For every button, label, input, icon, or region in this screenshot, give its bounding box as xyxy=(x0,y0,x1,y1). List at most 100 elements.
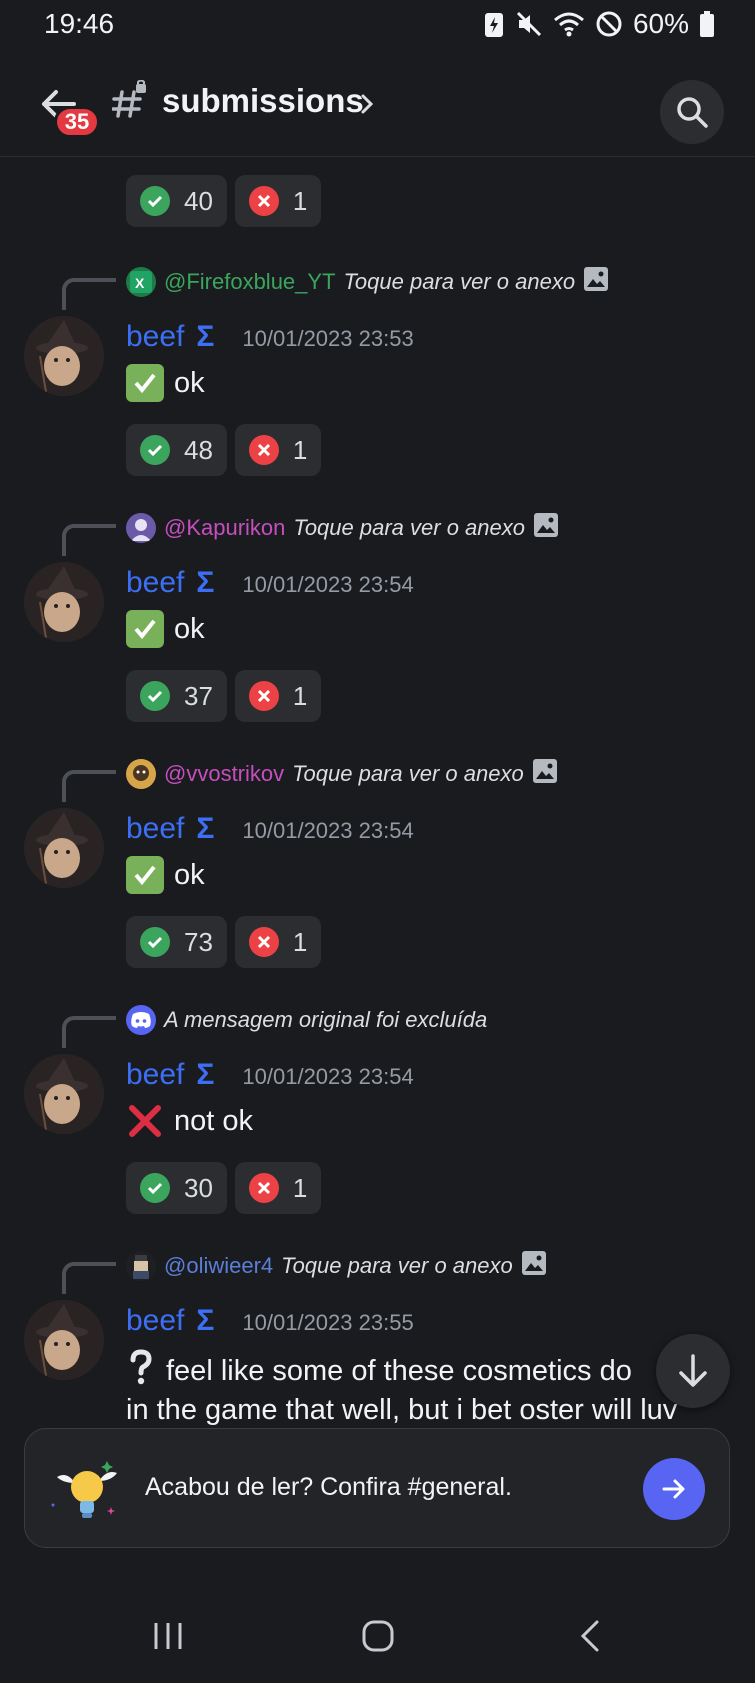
reaction-count: 1 xyxy=(292,185,308,216)
reactions-row: 37 1 xyxy=(126,670,322,722)
reply-reference[interactable]: A mensagem original foi excluída xyxy=(126,1000,487,1040)
author-name[interactable]: beef xyxy=(126,320,184,354)
message[interactable]: X @Firefoxblue_YT Toque para ver o anexo… xyxy=(0,254,755,476)
role-badge-icon: Σ xyxy=(196,1304,215,1337)
reaction-check[interactable]: 40 xyxy=(126,175,227,227)
reply-reference[interactable]: @Kapurikon Toque para ver o anexo xyxy=(126,508,559,548)
channel-header: 35 submissions xyxy=(0,60,755,157)
avatar[interactable] xyxy=(24,316,104,396)
check-mark-icon xyxy=(140,927,170,957)
message[interactable]: @oliwieer4 Toque para ver o anexo beef Σ… xyxy=(0,1238,755,1427)
reply-reference[interactable]: @oliwieer4 Toque para ver o anexo xyxy=(126,1246,547,1286)
avatar[interactable] xyxy=(24,1300,104,1380)
reply-hint: Toque para ver o anexo xyxy=(293,515,525,540)
message-feed[interactable]: 40 1 X @Firefoxblue_YT Toque para ver o … xyxy=(0,157,755,1427)
author-name[interactable]: beef xyxy=(126,812,184,846)
status-icons: 60% xyxy=(483,8,715,40)
reactions-row: 48 1 xyxy=(126,424,322,476)
arrow-right-icon xyxy=(662,1479,685,1499)
reaction-count: 1 xyxy=(292,434,308,465)
message-content: ok xyxy=(126,364,205,402)
author-name[interactable]: beef xyxy=(126,566,184,600)
reaction-count: 40 xyxy=(184,185,213,216)
reply-username[interactable]: @oliwieer4 xyxy=(164,1253,273,1279)
message[interactable]: @Kapurikon Toque para ver o anexo beef Σ… xyxy=(0,500,755,722)
message-text: not ok xyxy=(174,1104,253,1137)
reply-connector xyxy=(62,278,116,310)
reply-username[interactable]: @vvostrikov xyxy=(164,761,284,787)
reply-reference[interactable]: X @Firefoxblue_YT Toque para ver o anexo xyxy=(126,262,609,302)
reply-hint: Toque para ver o anexo xyxy=(292,761,524,786)
reaction-check[interactable]: 73 xyxy=(126,916,227,968)
timestamp: 10/01/2023 23:54 xyxy=(242,818,414,843)
role-badge-icon: Σ xyxy=(196,1058,215,1091)
jump-to-present-button[interactable] xyxy=(656,1334,730,1408)
message-text: ok xyxy=(174,612,205,645)
go-to-channel-button[interactable] xyxy=(643,1458,705,1520)
reaction-cross[interactable]: 1 xyxy=(234,1162,322,1214)
wifi-icon xyxy=(553,10,585,38)
home-button[interactable] xyxy=(348,1614,408,1658)
recent-apps-button[interactable] xyxy=(138,1614,198,1658)
reply-avatar xyxy=(126,513,156,543)
winged-lightbulb-icon xyxy=(49,1453,125,1529)
reaction-check[interactable]: 37 xyxy=(126,670,227,722)
reactions-row: 40 1 xyxy=(126,175,322,227)
prompt-text: Acabou de ler? Confira #general. xyxy=(145,1473,512,1501)
home-icon xyxy=(362,1620,394,1652)
message-content: ok xyxy=(126,610,205,648)
next-channel-prompt[interactable]: Acabou de ler? Confira #general. xyxy=(24,1428,730,1548)
reaction-count: 1 xyxy=(292,680,308,711)
timestamp: 10/01/2023 23:55 xyxy=(242,1310,414,1335)
author-name[interactable]: beef xyxy=(126,1058,184,1092)
channel-title[interactable]: submissions xyxy=(162,82,364,120)
reply-username[interactable]: @Firefoxblue_YT xyxy=(164,269,336,295)
text-channel-lock-icon xyxy=(111,79,148,120)
reply-avatar xyxy=(126,1251,156,1281)
chevron-left-icon xyxy=(580,1620,599,1652)
cross-mark-icon xyxy=(248,186,279,216)
search-button[interactable] xyxy=(660,80,724,144)
reply-connector xyxy=(62,1262,116,1294)
status-time: 19:46 xyxy=(44,8,115,39)
question-mark-emoji-icon xyxy=(126,1348,156,1394)
message-content: not ok xyxy=(126,1102,253,1140)
author-name[interactable]: beef xyxy=(126,1304,184,1338)
reply-avatar xyxy=(126,759,156,789)
reactions-row: 30 1 xyxy=(126,1162,322,1214)
reaction-check[interactable]: 30 xyxy=(126,1162,227,1214)
recent-apps-icon xyxy=(154,1623,182,1649)
message[interactable]: @vvostrikov Toque para ver o anexo beef … xyxy=(0,746,755,968)
avatar[interactable] xyxy=(24,808,104,888)
author-row: beef Σ 10/01/2023 23:54 xyxy=(126,1058,414,1092)
avatar[interactable] xyxy=(24,1054,104,1134)
reply-username[interactable]: @Kapurikon xyxy=(164,515,285,541)
role-badge-icon: Σ xyxy=(196,812,215,845)
reply-avatar: X xyxy=(126,267,156,297)
cross-mark-icon xyxy=(248,435,279,465)
battery-saver-icon xyxy=(483,9,505,39)
reaction-check[interactable]: 48 xyxy=(126,424,227,476)
reaction-cross[interactable]: 1 xyxy=(234,916,322,968)
reply-hint: Toque para ver o anexo xyxy=(343,269,576,294)
message[interactable]: A mensagem original foi excluída beef Σ … xyxy=(0,992,755,1214)
reply-hint: A mensagem original foi excluída xyxy=(164,1007,488,1032)
image-icon xyxy=(533,512,559,544)
message-text: ok xyxy=(174,366,205,399)
timestamp: 10/01/2023 23:53 xyxy=(242,326,414,351)
status-bar: 19:46 60% xyxy=(0,0,755,50)
check-box-emoji-icon xyxy=(126,856,164,894)
avatar[interactable] xyxy=(24,562,104,642)
message-text: ok xyxy=(174,858,205,891)
system-nav-bar xyxy=(0,1590,755,1683)
reaction-count: 73 xyxy=(184,926,213,957)
reaction-cross[interactable]: 1 xyxy=(234,670,322,722)
reply-reference[interactable]: @vvostrikov Toque para ver o anexo xyxy=(126,754,558,794)
timestamp: 10/01/2023 23:54 xyxy=(242,572,414,597)
reaction-cross[interactable]: 1 xyxy=(234,175,322,227)
image-icon xyxy=(521,1250,547,1282)
reaction-count: 1 xyxy=(292,926,308,957)
chevron-right-icon[interactable] xyxy=(360,93,374,120)
reaction-cross[interactable]: 1 xyxy=(234,424,322,476)
back-nav-button[interactable] xyxy=(560,1614,620,1658)
